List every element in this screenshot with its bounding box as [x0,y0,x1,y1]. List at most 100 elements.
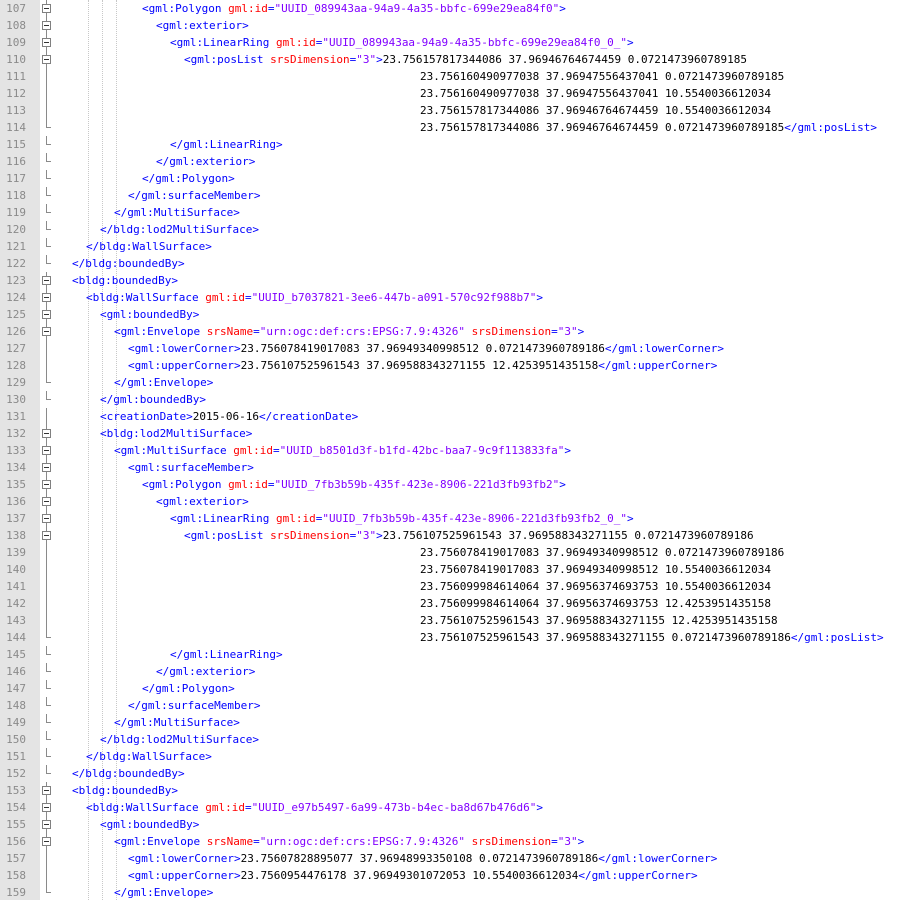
fold-toggle-icon[interactable] [40,833,54,850]
code-line[interactable]: 122 </bldg:boundedBy> [0,255,915,272]
code-editor[interactable]: 107 <gml:Polygon gml:id="UUID_089943aa-94… [0,0,915,900]
code-line[interactable]: 144 23.756107525961543 37.969588343271155… [0,629,915,646]
fold-toggle-icon[interactable] [40,816,54,833]
fold-toggle-icon[interactable] [40,51,54,68]
code-line[interactable]: 123 <bldg:boundedBy> [0,272,915,289]
code-text[interactable]: </gml:LinearRing> [170,646,283,663]
code-text[interactable]: 23.756078419017083 37.96949340998512 10.… [420,561,771,578]
code-line[interactable]: 149 </gml:MultiSurface> [0,714,915,731]
code-text[interactable]: <gml:posList srsDimension="3">23.7561075… [184,527,754,544]
code-text[interactable]: </gml:boundedBy> [100,391,206,408]
code-text[interactable]: 23.756160490977038 37.96947556437041 0.0… [420,68,784,85]
code-text[interactable]: <bldg:lod2MultiSurface> [100,425,252,442]
code-text[interactable]: <gml:MultiSurface gml:id="UUID_b8501d3f-… [114,442,571,459]
fold-toggle-icon[interactable] [40,527,54,544]
code-text[interactable]: <gml:lowerCorner>23.75607828895077 37.96… [128,850,717,867]
code-text[interactable]: </bldg:lod2MultiSurface> [100,221,259,238]
code-text[interactable]: <gml:LinearRing gml:id="UUID_7fb3b59b-43… [170,510,634,527]
code-line[interactable]: 140 23.756078419017083 37.96949340998512 … [0,561,915,578]
code-line[interactable]: 135 <gml:Polygon gml:id="UUID_7fb3b59b-43… [0,476,915,493]
code-text[interactable]: 23.756157817344086 37.96946764674459 10.… [420,102,771,119]
fold-toggle-icon[interactable] [40,799,54,816]
code-line[interactable]: 125 <gml:boundedBy> [0,306,915,323]
code-text[interactable]: <gml:boundedBy> [100,306,199,323]
fold-toggle-icon[interactable] [40,510,54,527]
code-line[interactable]: 133 <gml:MultiSurface gml:id="UUID_b8501d… [0,442,915,459]
code-line[interactable]: 154 <bldg:WallSurface gml:id="UUID_e97b54… [0,799,915,816]
code-line[interactable]: 155 <gml:boundedBy> [0,816,915,833]
code-line[interactable]: 150 </bldg:lod2MultiSurface> [0,731,915,748]
code-line[interactable]: 138 <gml:posList srsDimension="3">23.7561… [0,527,915,544]
code-line[interactable]: 117 </gml:Polygon> [0,170,915,187]
fold-toggle-icon[interactable] [40,272,54,289]
code-line[interactable]: 109 <gml:LinearRing gml:id="UUID_089943aa… [0,34,915,51]
fold-toggle-icon[interactable] [40,0,54,17]
code-line[interactable]: 142 23.756099984614064 37.96956374693753 … [0,595,915,612]
fold-toggle-icon[interactable] [40,306,54,323]
code-text[interactable]: <bldg:WallSurface gml:id="UUID_b7037821-… [86,289,543,306]
code-line[interactable]: 136 <gml:exterior> [0,493,915,510]
code-line[interactable]: 141 23.756099984614064 37.96956374693753 … [0,578,915,595]
code-line[interactable]: 152 </bldg:boundedBy> [0,765,915,782]
code-text[interactable]: 23.756157817344086 37.96946764674459 0.0… [420,119,877,136]
code-text[interactable]: <gml:surfaceMember> [128,459,254,476]
code-line[interactable]: 132 <bldg:lod2MultiSurface> [0,425,915,442]
code-line[interactable]: 134 <gml:surfaceMember> [0,459,915,476]
code-line[interactable]: 107 <gml:Polygon gml:id="UUID_089943aa-94… [0,0,915,17]
code-line[interactable]: 127 <gml:lowerCorner>23.756078419017083 3… [0,340,915,357]
code-line[interactable]: 118 </gml:surfaceMember> [0,187,915,204]
code-text[interactable]: <gml:boundedBy> [100,816,199,833]
code-line[interactable]: 121 </bldg:WallSurface> [0,238,915,255]
code-line[interactable]: 111 23.756160490977038 37.96947556437041 … [0,68,915,85]
code-line[interactable]: 110 <gml:posList srsDimension="3">23.7561… [0,51,915,68]
code-line[interactable]: 108 <gml:exterior> [0,17,915,34]
code-text[interactable]: </gml:exterior> [156,153,255,170]
code-line[interactable]: 114 23.756157817344086 37.96946764674459 … [0,119,915,136]
code-line[interactable]: 157 <gml:lowerCorner>23.75607828895077 37… [0,850,915,867]
code-text[interactable]: 23.756099984614064 37.96956374693753 12.… [420,595,771,612]
fold-toggle-icon[interactable] [40,289,54,306]
code-line[interactable]: 130 </gml:boundedBy> [0,391,915,408]
fold-toggle-icon[interactable] [40,323,54,340]
code-text[interactable]: </gml:exterior> [156,663,255,680]
code-line[interactable]: 147 </gml:Polygon> [0,680,915,697]
code-line[interactable]: 113 23.756157817344086 37.96946764674459 … [0,102,915,119]
fold-toggle-icon[interactable] [40,425,54,442]
fold-toggle-icon[interactable] [40,442,54,459]
code-line[interactable]: 148 </gml:surfaceMember> [0,697,915,714]
code-line[interactable]: 124 <bldg:WallSurface gml:id="UUID_b70378… [0,289,915,306]
code-line[interactable]: 128 <gml:upperCorner>23.756107525961543 3… [0,357,915,374]
fold-toggle-icon[interactable] [40,17,54,34]
code-text[interactable]: <gml:exterior> [156,493,249,510]
code-text[interactable]: <gml:upperCorner>23.7560954476178 37.969… [128,867,698,884]
code-text[interactable]: 23.756107525961543 37.969588343271155 12… [420,612,778,629]
fold-toggle-icon[interactable] [40,459,54,476]
fold-toggle-icon[interactable] [40,34,54,51]
code-text[interactable]: </gml:Envelope> [114,884,213,901]
code-text[interactable]: </bldg:lod2MultiSurface> [100,731,259,748]
code-line[interactable]: 145 </gml:LinearRing> [0,646,915,663]
code-line[interactable]: 151 </bldg:WallSurface> [0,748,915,765]
code-text[interactable]: </gml:Envelope> [114,374,213,391]
code-text[interactable]: </gml:Polygon> [142,680,235,697]
code-line[interactable]: 146 </gml:exterior> [0,663,915,680]
code-text[interactable]: <gml:Envelope srsName="urn:ogc:def:crs:E… [114,833,584,850]
code-text[interactable]: </gml:MultiSurface> [114,714,240,731]
code-line[interactable]: 131 <creationDate>2015-06-16</creationDat… [0,408,915,425]
code-text[interactable]: <gml:Polygon gml:id="UUID_7fb3b59b-435f-… [142,476,566,493]
code-line[interactable]: 119 </gml:MultiSurface> [0,204,915,221]
code-text[interactable]: </gml:Polygon> [142,170,235,187]
code-text[interactable]: <gml:upperCorner>23.756107525961543 37.9… [128,357,717,374]
code-line[interactable]: 153 <bldg:boundedBy> [0,782,915,799]
code-text[interactable]: <creationDate>2015-06-16</creationDate> [100,408,358,425]
code-text[interactable]: <gml:lowerCorner>23.756078419017083 37.9… [128,340,724,357]
fold-toggle-icon[interactable] [40,476,54,493]
code-line[interactable]: 139 23.756078419017083 37.96949340998512 … [0,544,915,561]
code-text[interactable]: 23.756078419017083 37.96949340998512 0.0… [420,544,784,561]
code-line[interactable]: 112 23.756160490977038 37.96947556437041 … [0,85,915,102]
code-text[interactable]: 23.756099984614064 37.96956374693753 10.… [420,578,771,595]
code-text[interactable]: </gml:surfaceMember> [128,187,260,204]
code-text[interactable]: 23.756107525961543 37.969588343271155 0.… [420,629,884,646]
code-text[interactable]: </gml:LinearRing> [170,136,283,153]
code-text[interactable]: <gml:exterior> [156,17,249,34]
